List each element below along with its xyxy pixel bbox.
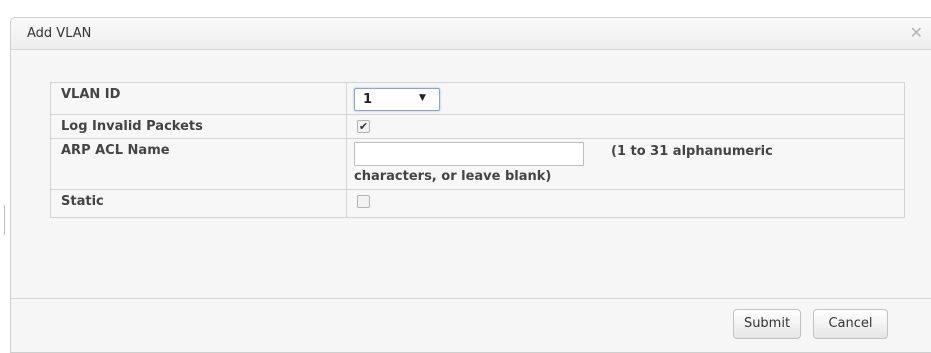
form-row-static: Static [50,189,905,218]
log-invalid-packets-cell: ✔ [346,114,905,139]
form-row-arp-acl-name: ARP ACL Name (1 to 31 alphanumeric chara… [50,138,905,190]
dialog-header: Add VLAN ✕ [11,18,931,50]
static-checkbox[interactable] [357,195,370,208]
arp-acl-name-cell: (1 to 31 alphanumeric characters, or lea… [346,138,905,190]
submit-button[interactable]: Submit [733,309,801,339]
vlan-id-label: VLAN ID [50,82,347,115]
log-invalid-packets-checkbox[interactable]: ✔ [357,120,370,133]
vlan-form-table: VLAN ID 1 ▼ Log Invalid Packets ✔ ARP AC… [50,82,905,218]
log-invalid-packets-label: Log Invalid Packets [50,114,347,139]
add-vlan-dialog: Add VLAN ✕ VLAN ID 1 ▼ Log Invalid Packe… [10,17,931,353]
static-label: Static [50,189,347,218]
vlan-id-select[interactable]: 1 ▼ [354,88,440,111]
form-row-log-invalid-packets: Log Invalid Packets ✔ [50,114,905,139]
chevron-down-icon: ▼ [419,93,426,103]
vlan-id-value: 1 [363,92,373,107]
cancel-button[interactable]: Cancel [813,309,888,339]
vlan-id-cell: 1 ▼ [346,82,905,115]
dialog-footer-divider [11,298,931,299]
form-row-vlan-id: VLAN ID 1 ▼ [50,82,905,115]
static-cell [346,189,905,218]
arp-acl-name-hint-line2: characters, or leave blank) [354,169,552,184]
arp-acl-name-input[interactable] [354,142,584,166]
arp-acl-name-label: ARP ACL Name [50,138,347,190]
close-icon[interactable]: ✕ [910,25,923,41]
page-edge [4,205,5,235]
arp-acl-name-hint-line1: (1 to 31 alphanumeric [611,144,773,159]
background-strip [0,0,931,14]
dialog-title: Add VLAN [27,26,92,41]
